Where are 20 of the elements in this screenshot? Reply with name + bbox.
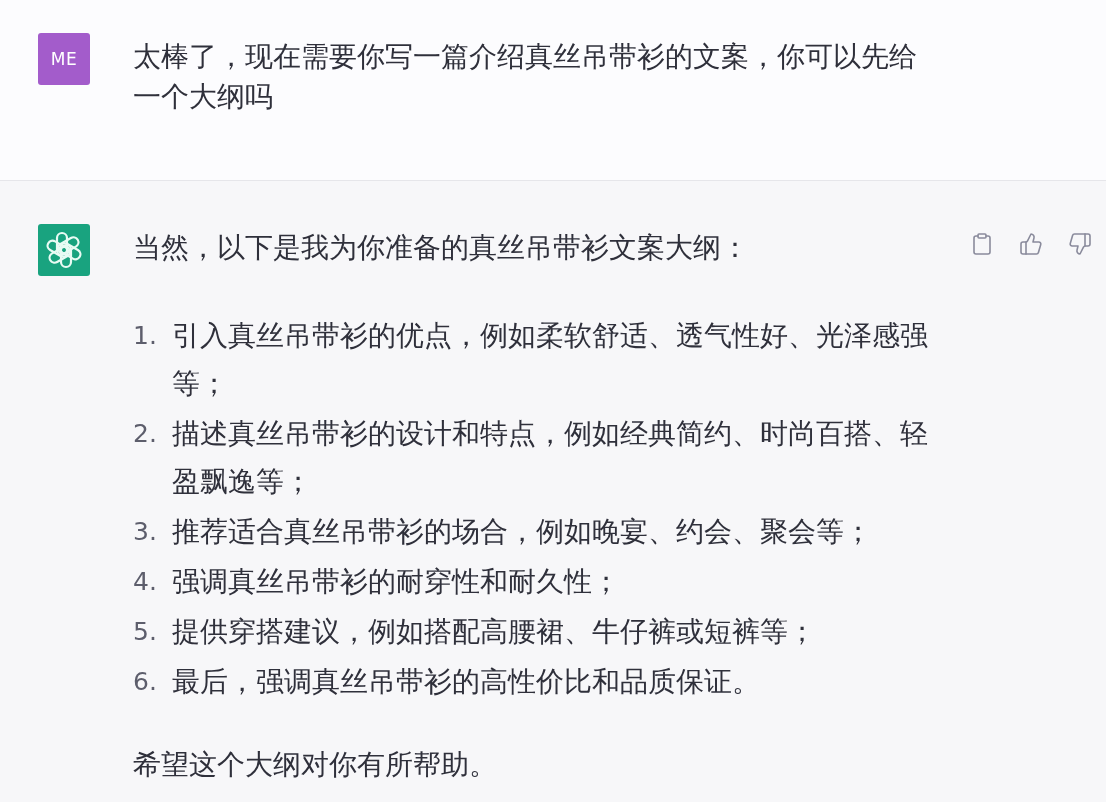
list-number: 5. (133, 616, 158, 648)
clipboard-icon[interactable] (970, 232, 994, 256)
list-item-text: 强调真丝吊带衫的耐穿性和耐久性； (172, 564, 620, 600)
list-item-text: 推荐适合真丝吊带衫的场合，例如晚宴、约会、聚会等； (172, 514, 872, 550)
list-number: 2. (133, 418, 158, 450)
list-item-text: 引入真丝吊带衫的优点，例如柔软舒适、透气性好、光泽感强等； (172, 318, 929, 402)
list-number: 4. (133, 566, 158, 598)
list-number: 6. (133, 666, 158, 698)
message-text: 希望这个大纲对你有所帮助。 (133, 747, 498, 783)
list-item-text: 描述真丝吊带衫的设计和特点，例如经典简约、时尚百搭、轻盈飘逸等； (172, 416, 929, 500)
user-avatar: ME (38, 33, 90, 85)
knot-avatar-icon (38, 224, 90, 276)
thumbs-up-icon[interactable] (1019, 232, 1043, 256)
list-item-text: 提供穿搭建议，例如搭配高腰裙、牛仔裤或短裤等； (172, 614, 816, 650)
thumbs-down-icon[interactable] (1068, 232, 1092, 256)
list-item-text: 最后，强调真丝吊带衫的高性价比和品质保证。 (172, 664, 760, 700)
message-text: 太棒了，现在需要你写一篇介绍真丝吊带衫的文案，你可以先给一个大纲吗 (133, 39, 918, 115)
message-text: 当然，以下是我为你准备的真丝吊带衫文案大纲： (133, 230, 750, 266)
list-number: 1. (133, 320, 158, 352)
list-number: 3. (133, 516, 158, 548)
